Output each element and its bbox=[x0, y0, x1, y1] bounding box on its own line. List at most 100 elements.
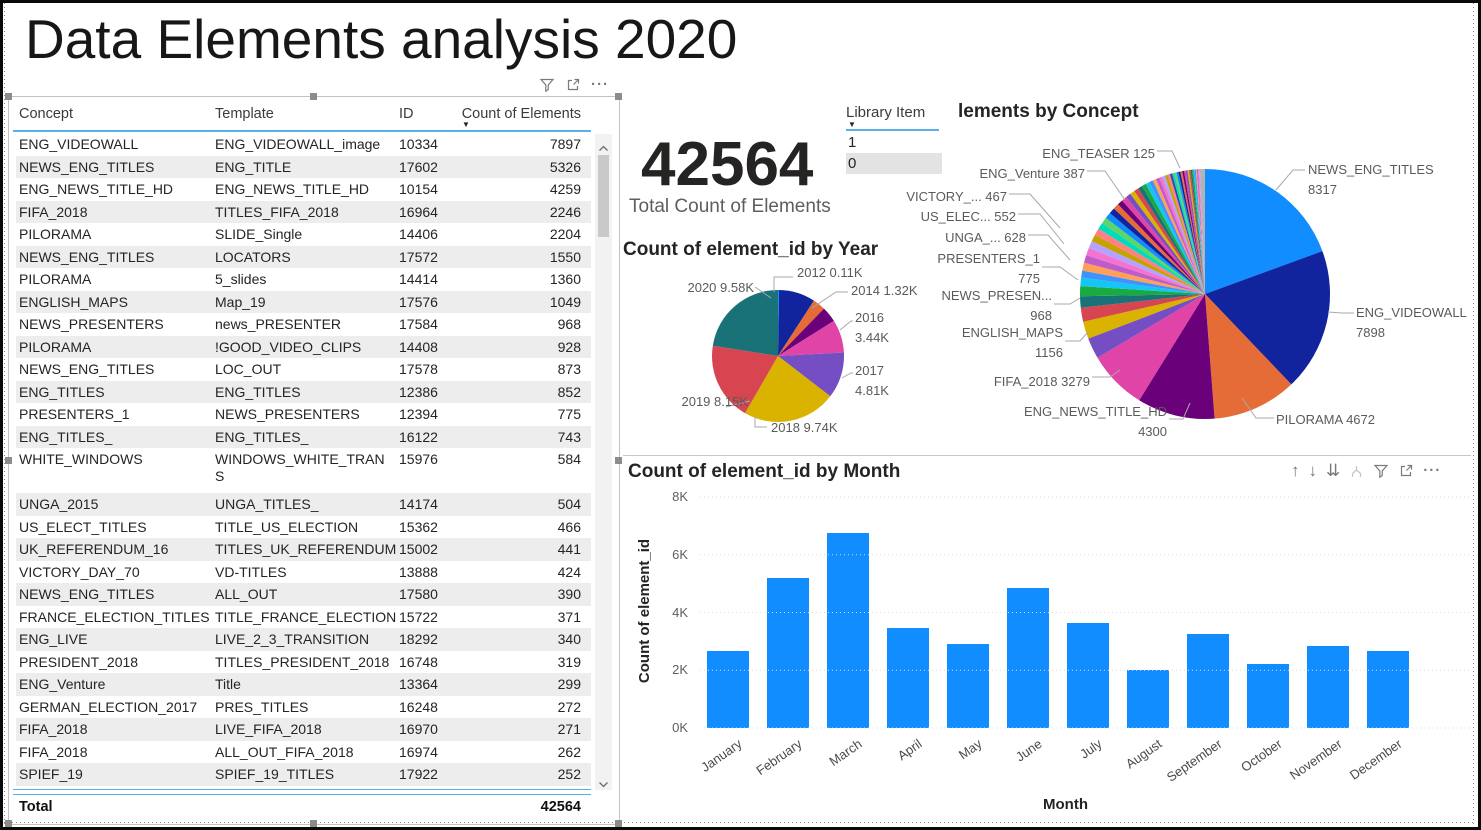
column-header[interactable]: Concept bbox=[16, 102, 212, 130]
pie-data-label: ENG_TEASER 125 bbox=[1015, 144, 1155, 164]
table-cell: 17584 bbox=[396, 313, 457, 335]
drill-down-icon[interactable]: ↓ bbox=[1309, 461, 1318, 481]
table-cell: ENG_Venture bbox=[16, 673, 212, 695]
resize-handle[interactable] bbox=[5, 820, 12, 827]
table-cell: 2204 bbox=[457, 223, 591, 245]
table-cell: Map_19 bbox=[212, 291, 396, 313]
table-cell: NEWS_ENG_TITLES bbox=[16, 246, 212, 268]
pie-slice[interactable] bbox=[713, 290, 778, 356]
concept-pie-title: lements by Concept bbox=[958, 101, 1139, 123]
table-cell: TITLE_FRANCE_ELECTION bbox=[212, 606, 396, 628]
bar-october[interactable] bbox=[1247, 664, 1289, 728]
table-cell: NEWS_ENG_TITLES bbox=[16, 583, 212, 605]
go-to-next-level-icon[interactable]: ⇊ bbox=[1326, 461, 1340, 481]
table-row[interactable]: SPIEF_19SPIEF_19_TITLES17922252 bbox=[16, 763, 591, 786]
table-row[interactable]: WHITE_WINDOWSWINDOWS_WHITE_TRANS15976584 bbox=[16, 448, 591, 493]
table-cell: LOC_OUT bbox=[212, 358, 396, 380]
pie-data-label: ENG_VIDEOWALL7898 bbox=[1356, 303, 1481, 343]
table-row[interactable]: NEWS_ENG_TITLESLOC_OUT17578873 bbox=[16, 358, 591, 381]
table-cell: 7897 bbox=[457, 133, 591, 155]
bar-july[interactable] bbox=[1067, 623, 1109, 728]
column-header[interactable]: ID bbox=[396, 102, 457, 130]
table-cell: 1049 bbox=[457, 291, 591, 313]
table-row[interactable]: PRESENTERS_1NEWS_PRESENTERS12394775 bbox=[16, 403, 591, 426]
table-cell: 16748 bbox=[396, 651, 457, 673]
table-cell: 4259 bbox=[457, 178, 591, 200]
table-row[interactable]: US_ELECT_TITLESTITLE_US_ELECTION15362466 bbox=[16, 516, 591, 539]
library-item-row[interactable]: 1 bbox=[846, 132, 942, 153]
bar-september[interactable] bbox=[1187, 634, 1229, 728]
resize-handle[interactable] bbox=[310, 820, 317, 827]
column-header[interactable]: Count of Elements▼ bbox=[457, 102, 591, 130]
table-cell: NEWS_PRESENTERS bbox=[212, 403, 396, 425]
pie-data-label: NEWS_PRESEN...968 bbox=[912, 286, 1052, 326]
library-item-row[interactable]: 0 bbox=[846, 153, 942, 174]
table-row[interactable]: VICTORY_DAY_70VD-TITLES13888424 bbox=[16, 561, 591, 584]
resize-handle[interactable] bbox=[615, 93, 622, 100]
month-panel-top-border bbox=[623, 455, 1471, 456]
pie-data-label: NEWS_ENG_TITLES8317 bbox=[1308, 160, 1468, 200]
table-cell: 743 bbox=[457, 426, 591, 448]
table-row[interactable]: GERMAN_ELECTION_2017PRES_TITLES16248272 bbox=[16, 696, 591, 719]
drill-up-icon[interactable]: ↑ bbox=[1291, 461, 1300, 481]
sort-descending-icon: ▼ bbox=[848, 122, 856, 128]
total-value: 42564 bbox=[457, 796, 591, 815]
table-cell: 272 bbox=[457, 696, 591, 718]
table-cell: 15722 bbox=[396, 606, 457, 628]
filter-icon[interactable] bbox=[539, 77, 555, 93]
table-row[interactable]: UK_REFERENDUM_16TITLES_UK_REFERENDUM1500… bbox=[16, 538, 591, 561]
table-row[interactable]: UNGA_2015UNGA_TITLES_14174504 bbox=[16, 493, 591, 516]
scrollbar-thumb[interactable] bbox=[598, 155, 609, 237]
table-row[interactable]: FRANCE_ELECTION_TITLESTITLE_FRANCE_ELECT… bbox=[16, 606, 591, 629]
table-row[interactable]: PRESIDENT_2018TITLES_PRESIDENT_201816748… bbox=[16, 651, 591, 674]
bar-april[interactable] bbox=[887, 628, 929, 728]
table-row[interactable]: ENG_NEWS_TITLE_HDENG_NEWS_TITLE_HD101544… bbox=[16, 178, 591, 201]
resize-handle[interactable] bbox=[615, 457, 622, 464]
resize-handle[interactable] bbox=[5, 457, 12, 464]
library-item-header[interactable]: Library Item bbox=[846, 104, 925, 121]
expand-all-down-icon[interactable] bbox=[1349, 464, 1364, 479]
table-row[interactable]: FIFA_2018LIVE_FIFA_201816970271 bbox=[16, 718, 591, 741]
focus-mode-icon[interactable] bbox=[1398, 463, 1414, 479]
table-row[interactable]: ENG_TITLESENG_TITLES12386852 bbox=[16, 381, 591, 404]
table-cell: PRESENTERS_1 bbox=[16, 403, 212, 425]
table-row[interactable]: ENGLISH_MAPSMap_19175761049 bbox=[16, 291, 591, 314]
bar-february[interactable] bbox=[767, 578, 809, 728]
table-cell: 16970 bbox=[396, 718, 457, 740]
y-tick-label: 6K bbox=[658, 547, 688, 562]
table-row[interactable]: ENG_VIDEOWALLENG_VIDEOWALL_image10334789… bbox=[16, 133, 591, 156]
table-cell: 504 bbox=[457, 493, 591, 515]
table-row[interactable]: FIFA_2018ALL_OUT_FIFA_201816974262 bbox=[16, 741, 591, 764]
bar-january[interactable] bbox=[707, 651, 749, 728]
resize-handle[interactable] bbox=[615, 820, 622, 827]
table-row[interactable]: PILORAMA5_slides144141360 bbox=[16, 268, 591, 291]
table-row[interactable]: NEWS_PRESENTERSnews_PRESENTER17584968 bbox=[16, 313, 591, 336]
column-header[interactable]: Template bbox=[212, 102, 396, 130]
resize-handle[interactable] bbox=[310, 93, 317, 100]
table-row[interactable]: NEWS_ENG_TITLESALL_OUT17580390 bbox=[16, 583, 591, 606]
bar-may[interactable] bbox=[947, 644, 989, 728]
table-row[interactable]: NEWS_ENG_TITLESLOCATORS175721550 bbox=[16, 246, 591, 269]
table-cell: WHITE_WINDOWS bbox=[16, 448, 212, 470]
bar-august[interactable] bbox=[1127, 670, 1169, 728]
table-row[interactable]: PILORAMASLIDE_Single144062204 bbox=[16, 223, 591, 246]
bar-november[interactable] bbox=[1307, 646, 1349, 728]
filter-icon[interactable] bbox=[1373, 463, 1389, 479]
more-options-icon[interactable]: ··· bbox=[1423, 466, 1441, 476]
bar-march[interactable] bbox=[827, 533, 869, 728]
table-row[interactable]: ENG_VentureTitle13364299 bbox=[16, 673, 591, 696]
table-row[interactable]: ENG_TITLES_ENG_TITLES_16122743 bbox=[16, 426, 591, 449]
resize-handle[interactable] bbox=[5, 93, 12, 100]
table-cell: 371 bbox=[457, 606, 591, 628]
scroll-down-icon[interactable] bbox=[598, 775, 609, 793]
more-options-icon[interactable]: ··· bbox=[591, 80, 609, 90]
bar-december[interactable] bbox=[1367, 651, 1409, 728]
bar-june[interactable] bbox=[1007, 588, 1049, 728]
table-row[interactable]: PILORAMA!GOOD_VIDEO_CLIPS14408928 bbox=[16, 336, 591, 359]
table-row[interactable]: NEWS_ENG_TITLESENG_TITLE176025326 bbox=[16, 156, 591, 179]
table-row[interactable]: ENG_LIVELIVE_2_3_TRANSITION18292340 bbox=[16, 628, 591, 651]
focus-mode-icon[interactable] bbox=[565, 77, 581, 93]
pie-label-leader bbox=[842, 373, 853, 378]
table-row[interactable]: FIFA_2018TITLES_FIFA_2018169642246 bbox=[16, 201, 591, 224]
table-cell: TITLES_UK_REFERENDUM bbox=[212, 538, 396, 560]
